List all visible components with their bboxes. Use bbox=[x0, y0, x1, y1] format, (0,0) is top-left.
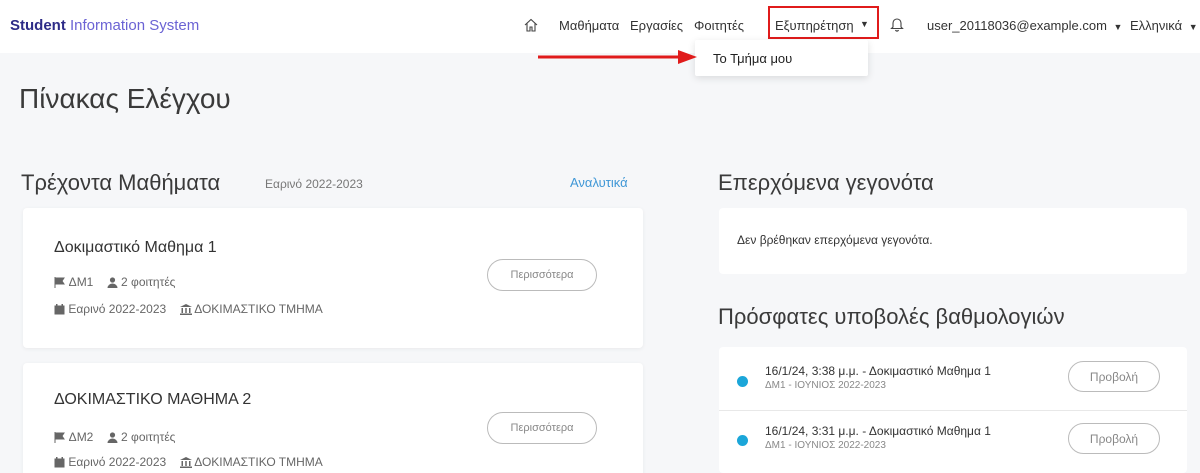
chevron-down-icon: ▼ bbox=[860, 19, 869, 29]
nav-courses[interactable]: Μαθήματα bbox=[559, 18, 619, 33]
list-item: 16/1/24, 3:31 μ.μ. - Δοκιμαστικό Μαθημα … bbox=[719, 410, 1187, 466]
user-icon bbox=[107, 277, 118, 288]
bell-icon[interactable] bbox=[890, 16, 904, 32]
calendar-icon bbox=[54, 457, 65, 468]
user-email: user_20118036@example.com bbox=[927, 18, 1107, 33]
course-code: ΔΜ1 bbox=[68, 275, 94, 289]
recent-submissions-title: Πρόσφατες υποβολές βαθμολογιών bbox=[718, 304, 1065, 329]
status-dot bbox=[737, 376, 748, 387]
annotation-arrow-icon bbox=[538, 50, 697, 64]
chevron-down-icon: ▼ bbox=[1188, 22, 1198, 32]
course-meta-row-2: Εαρινό 2022-2023 ΔΟΚΙΜΑΣΤΙΚΟ ΤΜΗΜΑ bbox=[54, 302, 323, 316]
recent-submissions-list: 16/1/24, 3:38 μ.μ. - Δοκιμαστικό Μαθημα … bbox=[719, 347, 1187, 473]
more-button[interactable]: Περισσότερα bbox=[487, 412, 597, 444]
nav-students[interactable]: Φοιτητές bbox=[694, 18, 744, 33]
course-meta-row-1: ΔΜ2 2 φοιτητές bbox=[54, 430, 175, 444]
course-code: ΔΜ2 bbox=[68, 430, 94, 444]
nav-assignments[interactable]: Εργασίες bbox=[630, 18, 683, 33]
course-card: Δοκιμαστικό Μαθημα 1 ΔΜ1 2 φοιτητές Εαρι… bbox=[23, 208, 643, 348]
course-students: 2 φοιτητές bbox=[121, 275, 176, 289]
language-label: Ελληνικά bbox=[1130, 18, 1183, 33]
list-item: 16/1/24, 3:38 μ.μ. - Δοκιμαστικό Μαθημα … bbox=[719, 354, 1187, 410]
home-icon[interactable] bbox=[523, 17, 539, 33]
language-menu[interactable]: Ελληνικά ▼ bbox=[1130, 18, 1198, 33]
nav-services-label: Εξυπηρέτηση bbox=[775, 18, 854, 33]
view-button[interactable]: Προβολή bbox=[1068, 423, 1160, 454]
user-icon bbox=[107, 432, 118, 443]
submission-subtitle: ΔΜ1 - ΙΟΥΝΙΟΣ 2022-2023 bbox=[765, 440, 886, 451]
no-events-message: Δεν βρέθηκαν επερχόμενα γεγονότα. bbox=[737, 233, 933, 247]
submission-title: 16/1/24, 3:38 μ.μ. - Δοκιμαστικό Μαθημα … bbox=[765, 364, 991, 378]
brand-part-2: Information System bbox=[70, 17, 200, 34]
institution-icon bbox=[179, 457, 192, 468]
current-courses-title: Τρέχοντα Μαθήματα bbox=[21, 170, 221, 195]
app-brand[interactable]: Student Information System bbox=[10, 17, 199, 34]
status-dot bbox=[737, 435, 748, 446]
course-title[interactable]: Δοκιμαστικό Μαθημα 1 bbox=[54, 239, 217, 257]
institution-icon bbox=[179, 304, 192, 315]
flag-icon bbox=[54, 432, 65, 443]
course-meta-row-1: ΔΜ1 2 φοιτητές bbox=[54, 275, 175, 289]
current-courses-semester: Εαρινό 2022-2023 bbox=[265, 177, 363, 191]
course-semester: Εαρινό 2022-2023 bbox=[68, 455, 167, 469]
course-department: ΔΟΚΙΜΑΣΤΙΚΟ ΤΜΗΜΑ bbox=[194, 302, 323, 316]
more-button[interactable]: Περισσότερα bbox=[487, 259, 597, 291]
submission-subtitle: ΔΜ1 - ΙΟΥΝΙΟΣ 2022-2023 bbox=[765, 380, 886, 391]
course-semester: Εαρινό 2022-2023 bbox=[68, 302, 167, 316]
course-title[interactable]: ΔΟΚΙΜΑΣΤΙΚΟ ΜΑΘΗΜΑ 2 bbox=[54, 391, 251, 409]
view-button[interactable]: Προβολή bbox=[1068, 361, 1160, 392]
page-title: Πίνακας Ελέγχου bbox=[19, 83, 231, 114]
nav-services-dropdown[interactable]: Εξυπηρέτηση ▼ bbox=[768, 6, 879, 39]
calendar-icon bbox=[54, 304, 65, 315]
submission-title: 16/1/24, 3:31 μ.μ. - Δοκιμαστικό Μαθημα … bbox=[765, 424, 991, 438]
top-navbar: Student Information System Μαθήματα Εργα… bbox=[0, 0, 1200, 53]
services-dropdown-menu: Το Τμήμα μου bbox=[695, 40, 868, 76]
flag-icon bbox=[54, 277, 65, 288]
menu-item-my-department[interactable]: Το Τμήμα μου bbox=[713, 51, 792, 66]
user-menu[interactable]: user_20118036@example.com ▼ bbox=[927, 18, 1122, 33]
brand-part-1: Student bbox=[10, 17, 66, 34]
course-card: ΔΟΚΙΜΑΣΤΙΚΟ ΜΑΘΗΜΑ 2 ΔΜ2 2 φοιτητές Εαρι… bbox=[23, 363, 643, 473]
details-link[interactable]: Αναλυτικά bbox=[570, 175, 628, 190]
upcoming-events-card: Δεν βρέθηκαν επερχόμενα γεγονότα. bbox=[719, 208, 1187, 274]
course-meta-row-2: Εαρινό 2022-2023 ΔΟΚΙΜΑΣΤΙΚΟ ΤΜΗΜΑ bbox=[54, 455, 323, 469]
course-department: ΔΟΚΙΜΑΣΤΙΚΟ ΤΜΗΜΑ bbox=[194, 455, 323, 469]
chevron-down-icon: ▼ bbox=[1113, 22, 1123, 32]
course-students: 2 φοιτητές bbox=[121, 430, 176, 444]
upcoming-events-title: Επερχόμενα γεγονότα bbox=[718, 170, 934, 195]
